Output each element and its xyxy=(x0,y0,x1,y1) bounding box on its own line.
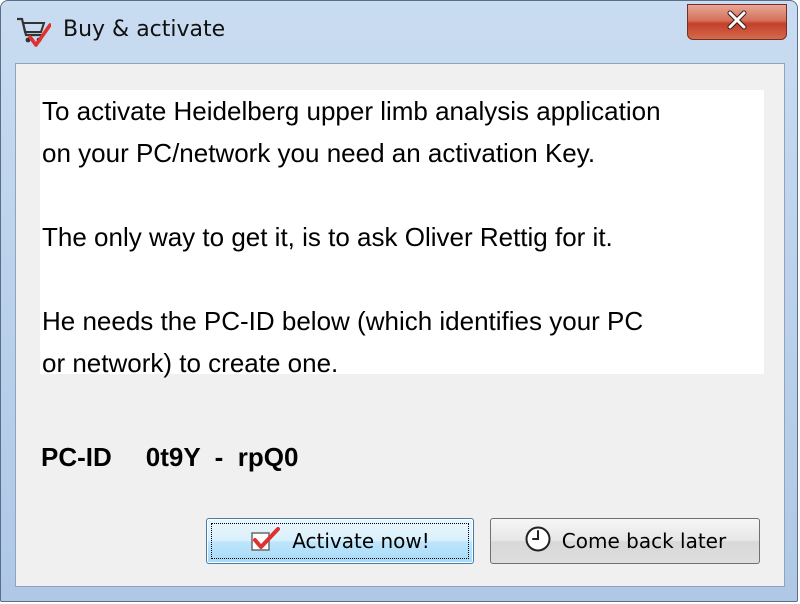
clock-icon xyxy=(524,525,552,558)
pc-id-row: PC-ID 0t9Y - rpQ0 xyxy=(41,442,298,473)
cart-check-icon xyxy=(15,15,52,49)
focus-rectangle xyxy=(211,523,469,559)
window-title: Buy & activate xyxy=(63,17,226,42)
message-line: on your PC/network you need an activatio… xyxy=(42,138,596,168)
come-back-later-label: Come back later xyxy=(561,529,727,553)
message-line: To activate Heidelberg upper limb analys… xyxy=(42,96,661,126)
dialog-window: Buy & activate To activate Heidelberg up… xyxy=(0,0,798,602)
activate-now-button[interactable]: Activate now! xyxy=(206,518,474,564)
message-line: or network) to create one. xyxy=(42,348,339,378)
info-message: To activate Heidelberg upper limb analys… xyxy=(40,90,764,378)
dialog-content: To activate Heidelberg upper limb analys… xyxy=(15,63,785,587)
message-line: He needs the PC-ID below (which identifi… xyxy=(42,306,644,336)
message-paragraph-3: He needs the PC-ID below (which identifi… xyxy=(42,300,764,384)
pc-id-value: 0t9Y - rpQ0 xyxy=(145,442,299,472)
message-line: The only way to get it, is to ask Oliver… xyxy=(42,222,613,252)
close-icon xyxy=(726,10,748,34)
come-back-later-button[interactable]: Come back later xyxy=(490,518,760,564)
title-bar[interactable]: Buy & activate xyxy=(1,1,797,61)
message-paragraph-1: To activate Heidelberg upper limb analys… xyxy=(42,90,764,174)
close-button[interactable] xyxy=(687,4,787,40)
message-paragraph-2: The only way to get it, is to ask Oliver… xyxy=(42,216,764,258)
pc-id-label: PC-ID xyxy=(41,442,112,472)
